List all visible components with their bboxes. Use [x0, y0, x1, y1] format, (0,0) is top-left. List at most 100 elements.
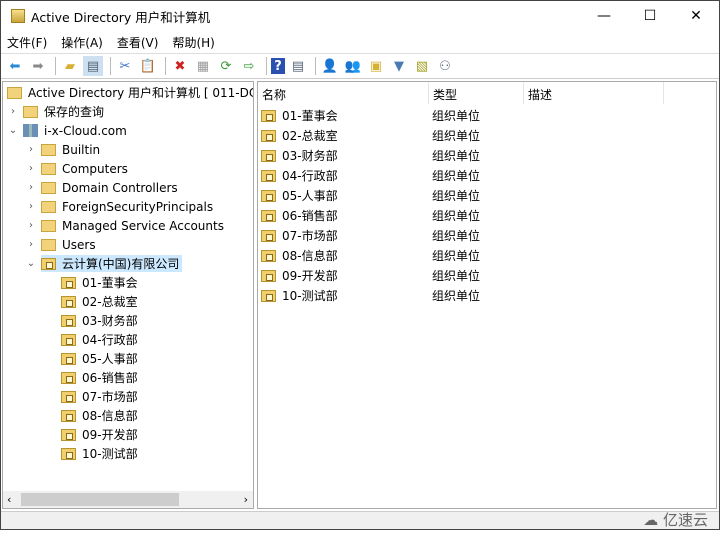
- new-ou-icon[interactable]: ▣: [366, 56, 386, 76]
- column-description[interactable]: 描述: [524, 82, 664, 104]
- row-name: 09-开发部: [282, 269, 338, 283]
- tree-item-ou[interactable]: 01-董事会: [61, 273, 138, 292]
- export-icon[interactable]: ⇨: [239, 56, 259, 76]
- scroll-left-icon[interactable]: ‹: [7, 493, 11, 506]
- tree-item-container[interactable]: › Managed Service Accounts: [25, 216, 224, 235]
- list-row[interactable]: 05-人事部 组织单位: [261, 186, 711, 205]
- back-icon[interactable]: ⬅: [5, 56, 25, 76]
- tree-label: 10-测试部: [82, 447, 138, 461]
- tree-item-domain[interactable]: ⌄ i-x-Cloud.com: [7, 121, 127, 140]
- row-type: 组织单位: [432, 109, 481, 123]
- refresh-icon[interactable]: ⟳: [216, 56, 236, 76]
- ou-icon: [61, 371, 76, 384]
- up-folder-icon[interactable]: ▰: [60, 56, 80, 76]
- row-name: 03-财务部: [282, 149, 338, 163]
- tree-label: 02-总裁室: [82, 295, 138, 309]
- tree-item-ou[interactable]: 09-开发部: [61, 425, 138, 444]
- tree-item-ou[interactable]: 06-销售部: [61, 368, 138, 387]
- tree-item-saved-queries[interactable]: › 保存的查询: [7, 102, 104, 121]
- chevron-down-icon[interactable]: ⌄: [7, 125, 19, 136]
- list-row[interactable]: 06-销售部 组织单位: [261, 206, 711, 225]
- new-user-icon[interactable]: 👤: [320, 56, 340, 76]
- tree-item-ou[interactable]: 02-总裁室: [61, 292, 138, 311]
- scrollbar-thumb[interactable]: [21, 493, 179, 506]
- menu-file[interactable]: 文件(F): [7, 34, 47, 51]
- list-pane: 名称 类型 描述 01-董事会 组织单位 02-总裁室 组织单位 03-财务部 组织单位 0…: [257, 81, 717, 509]
- chevron-right-icon[interactable]: ›: [25, 182, 37, 193]
- separator: [55, 57, 56, 75]
- list-row[interactable]: 07-市场部 组织单位: [261, 226, 711, 245]
- tree-label: ForeignSecurityPrincipals: [62, 199, 214, 214]
- maximize-button[interactable]: ☐: [627, 1, 673, 31]
- show-hide-tree-icon[interactable]: ▤: [83, 56, 103, 76]
- column-type[interactable]: 类型: [429, 82, 524, 104]
- filter-icon[interactable]: ▼: [389, 56, 409, 76]
- row-name: 02-总裁室: [282, 129, 338, 143]
- tree-item-container[interactable]: › Computers: [25, 159, 128, 178]
- ou-icon: [61, 390, 76, 403]
- tree-label: 05-人事部: [82, 352, 138, 366]
- row-name: 05-人事部: [282, 189, 338, 203]
- list-row[interactable]: 03-财务部 组织单位: [261, 146, 711, 165]
- list-row[interactable]: 08-信息部 组织单位: [261, 246, 711, 265]
- tree-item-container[interactable]: › Builtin: [25, 140, 100, 159]
- close-button[interactable]: ✕: [673, 1, 719, 31]
- tree-pane: Active Directory 用户和计算机 [ 011-DC01 › 保存的…: [2, 81, 254, 509]
- minimize-button[interactable]: —: [581, 1, 627, 31]
- tree-item-ou[interactable]: 10-测试部: [61, 444, 138, 463]
- menu-view[interactable]: 查看(V): [117, 34, 159, 51]
- help-icon[interactable]: ?: [271, 58, 285, 74]
- tree-item-container[interactable]: › Domain Controllers: [25, 178, 178, 197]
- menu-help[interactable]: 帮助(H): [172, 34, 214, 51]
- tree-item-container[interactable]: › Users: [25, 235, 96, 254]
- tree-item-ou[interactable]: 05-人事部: [61, 349, 138, 368]
- forward-icon[interactable]: ➡: [28, 56, 48, 76]
- new-group-icon[interactable]: 👥: [343, 56, 363, 76]
- row-type: 组织单位: [432, 269, 481, 283]
- row-type: 组织单位: [432, 209, 481, 223]
- list-row[interactable]: 01-董事会 组织单位: [261, 106, 711, 125]
- tree-item-ou[interactable]: 08-信息部: [61, 406, 138, 425]
- tree-item-company[interactable]: ⌄ 云计算(中国)有限公司: [25, 254, 183, 273]
- chevron-right-icon[interactable]: ›: [25, 201, 37, 212]
- row-type: 组织单位: [432, 289, 481, 303]
- list-row[interactable]: 09-开发部 组织单位: [261, 266, 711, 285]
- tree-label: 09-开发部: [82, 428, 138, 442]
- tree-label: Domain Controllers: [62, 180, 178, 195]
- chevron-right-icon[interactable]: ›: [25, 220, 37, 231]
- column-name[interactable]: 名称: [258, 82, 429, 104]
- copy-icon[interactable]: 📋: [138, 56, 158, 76]
- folder-icon: [41, 143, 56, 156]
- tree-label: 保存的查询: [44, 105, 105, 119]
- tree-item-ou[interactable]: 03-财务部: [61, 311, 138, 330]
- scroll-right-icon[interactable]: ›: [244, 493, 248, 506]
- separator: [110, 57, 111, 75]
- tree-item-ou[interactable]: 04-行政部: [61, 330, 138, 349]
- chevron-right-icon[interactable]: ›: [7, 106, 19, 117]
- tree-item-container[interactable]: › ForeignSecurityPrincipals: [25, 197, 213, 216]
- delete-icon[interactable]: ✖: [170, 56, 190, 76]
- properties-icon[interactable]: ▦: [193, 56, 213, 76]
- delegate-icon[interactable]: ⚇: [435, 56, 455, 76]
- console-icon[interactable]: ▤: [288, 56, 308, 76]
- list-row[interactable]: 02-总裁室 组织单位: [261, 126, 711, 145]
- menu-bar: 文件(F) 操作(A) 查看(V) 帮助(H): [1, 31, 229, 53]
- list-row[interactable]: 04-行政部 组织单位: [261, 166, 711, 185]
- folder-icon: [41, 181, 56, 194]
- chevron-right-icon[interactable]: ›: [25, 239, 37, 250]
- tree-root[interactable]: Active Directory 用户和计算机 [ 011-DC01: [7, 83, 253, 102]
- chevron-right-icon[interactable]: ›: [25, 163, 37, 174]
- menu-action[interactable]: 操作(A): [61, 34, 103, 51]
- chevron-right-icon[interactable]: ›: [25, 144, 37, 155]
- folder-icon: [23, 105, 38, 118]
- chevron-down-icon[interactable]: ⌄: [25, 258, 37, 269]
- separator: [165, 57, 166, 75]
- cut-icon[interactable]: ✂: [115, 56, 135, 76]
- folder-icon: [41, 200, 56, 213]
- horizontal-scrollbar[interactable]: ‹ ›: [3, 491, 253, 508]
- ou-icon: [261, 249, 276, 262]
- list-row[interactable]: 10-测试部 组织单位: [261, 286, 711, 305]
- tree-item-ou[interactable]: 07-市场部: [61, 387, 138, 406]
- row-type: 组织单位: [432, 169, 481, 183]
- add-to-group-icon[interactable]: ▧: [412, 56, 432, 76]
